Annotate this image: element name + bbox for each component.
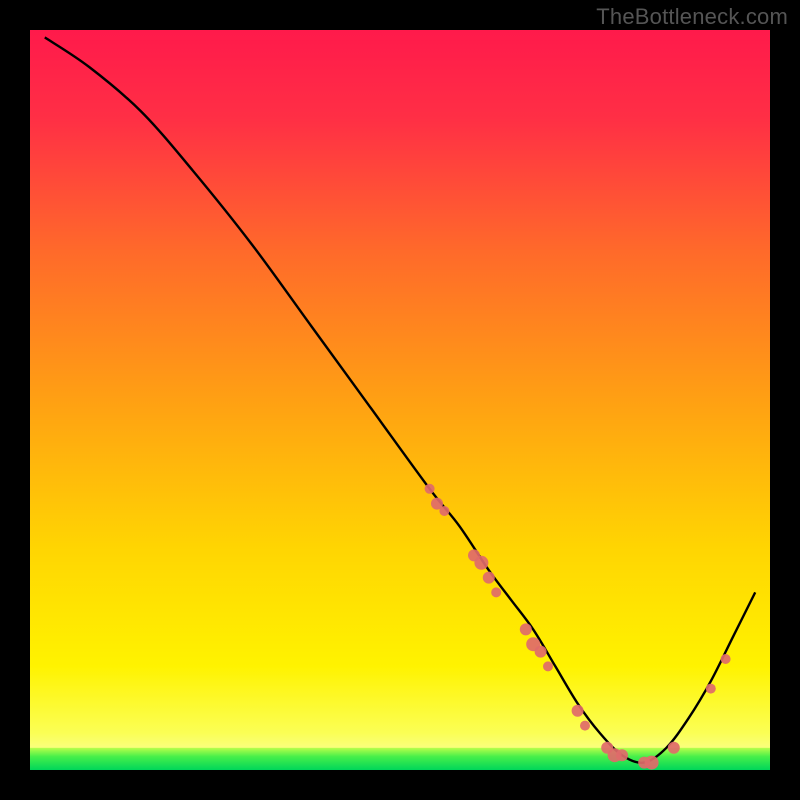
highlight-markers bbox=[425, 484, 731, 770]
watermark-text: TheBottleneck.com bbox=[596, 4, 788, 30]
marker-point bbox=[543, 661, 553, 671]
green-band bbox=[30, 748, 770, 770]
marker-point bbox=[535, 646, 547, 658]
marker-point bbox=[425, 484, 435, 494]
marker-point bbox=[491, 587, 501, 597]
marker-point bbox=[721, 654, 731, 664]
marker-point bbox=[616, 749, 628, 761]
marker-point bbox=[706, 684, 716, 694]
marker-point bbox=[580, 721, 590, 731]
marker-point bbox=[439, 506, 449, 516]
marker-point bbox=[668, 742, 680, 754]
bottleneck-curve bbox=[45, 37, 755, 762]
chart-container: TheBottleneck.com bbox=[0, 0, 800, 800]
marker-point bbox=[520, 623, 532, 635]
plot-area bbox=[30, 30, 770, 770]
marker-point bbox=[474, 556, 488, 570]
chart-svg bbox=[30, 30, 770, 770]
marker-point bbox=[572, 705, 584, 717]
marker-point bbox=[483, 572, 495, 584]
marker-point bbox=[645, 756, 659, 770]
